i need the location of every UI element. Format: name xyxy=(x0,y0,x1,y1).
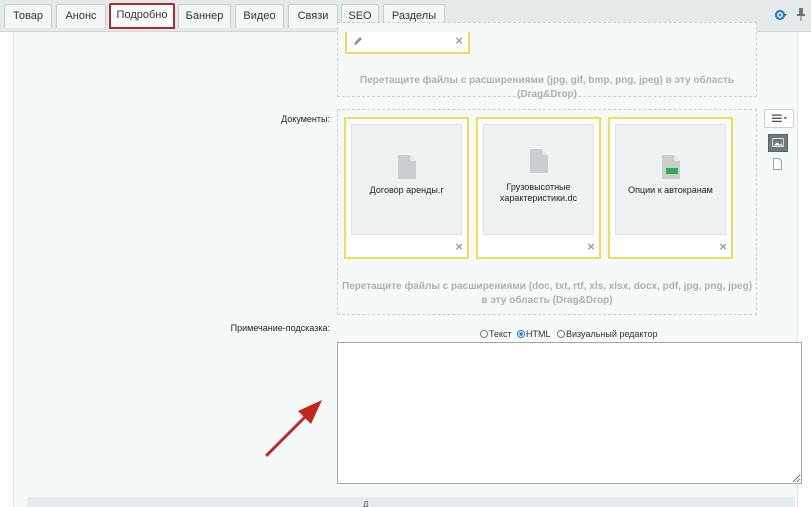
radio-html-label: HTML xyxy=(526,329,551,339)
view-menu-button[interactable] xyxy=(764,109,794,128)
pin-icon[interactable] xyxy=(795,7,807,23)
menu-icon xyxy=(771,114,788,123)
file-view-icon[interactable] xyxy=(773,158,782,170)
file-name: Договор аренды.r xyxy=(369,185,444,195)
radio-text[interactable]: Текст xyxy=(480,329,512,339)
file-card[interactable]: Договор аренды.r × xyxy=(344,117,469,259)
file-name: Опции к автокранам xyxy=(628,185,713,195)
spreadsheet-file-icon xyxy=(662,155,680,179)
radio-dot[interactable] xyxy=(557,330,565,338)
annotation-arrow-icon xyxy=(265,400,322,457)
radio-text-label: Текст xyxy=(489,329,512,339)
images-dropzone-hint: Перетащите файлы с расширениями (jpg, gi… xyxy=(360,75,734,100)
image-thumbnail[interactable]: × xyxy=(345,32,470,54)
bottom-section-bar: Д xyxy=(27,497,795,507)
tab-details[interactable]: Подробно xyxy=(109,3,175,29)
tab-announce[interactable]: Анонс xyxy=(56,4,106,28)
document-file-icon xyxy=(530,149,548,173)
file-preview: Грузовысотные характеристики.dc xyxy=(483,124,594,235)
radio-html[interactable]: HTML xyxy=(517,329,551,339)
radio-dot[interactable] xyxy=(517,330,525,338)
documents-label: Документы: xyxy=(281,114,330,124)
radio-visual-editor-label: Визуальный редактор xyxy=(566,329,658,339)
file-preview: Договор аренды.r xyxy=(351,124,462,235)
documents-dropzone-hint: Перетащите файлы с расширениями (doc, tx… xyxy=(341,281,753,306)
tab-links[interactable]: Связи xyxy=(288,4,338,28)
file-preview: Опции к автокранам xyxy=(615,124,726,235)
image-view-icon[interactable] xyxy=(768,134,788,152)
file-card[interactable]: Грузовысотные характеристики.dc × xyxy=(476,117,601,259)
radio-dot[interactable] xyxy=(480,330,488,338)
tab-banner[interactable]: Баннер xyxy=(178,4,231,28)
note-label: Примечание-подсказка: xyxy=(230,323,330,333)
delete-file-icon[interactable]: × xyxy=(719,239,727,254)
note-textarea[interactable] xyxy=(337,342,802,484)
delete-file-icon[interactable]: × xyxy=(587,239,595,254)
file-card[interactable]: Опции к автокранам × xyxy=(608,117,733,259)
tab-video[interactable]: Видео xyxy=(235,4,284,28)
gear-icon[interactable] xyxy=(774,8,788,22)
bottom-section-label: Д xyxy=(363,500,369,507)
radio-visual-editor[interactable]: Визуальный редактор xyxy=(557,329,658,339)
delete-image-icon[interactable]: × xyxy=(455,33,463,48)
file-name: Грузовысотные характеристики.dc xyxy=(499,182,578,203)
document-file-icon xyxy=(398,155,416,179)
pencil-icon[interactable] xyxy=(353,36,363,46)
delete-file-icon[interactable]: × xyxy=(455,239,463,254)
tab-product[interactable]: Товар xyxy=(4,4,52,28)
